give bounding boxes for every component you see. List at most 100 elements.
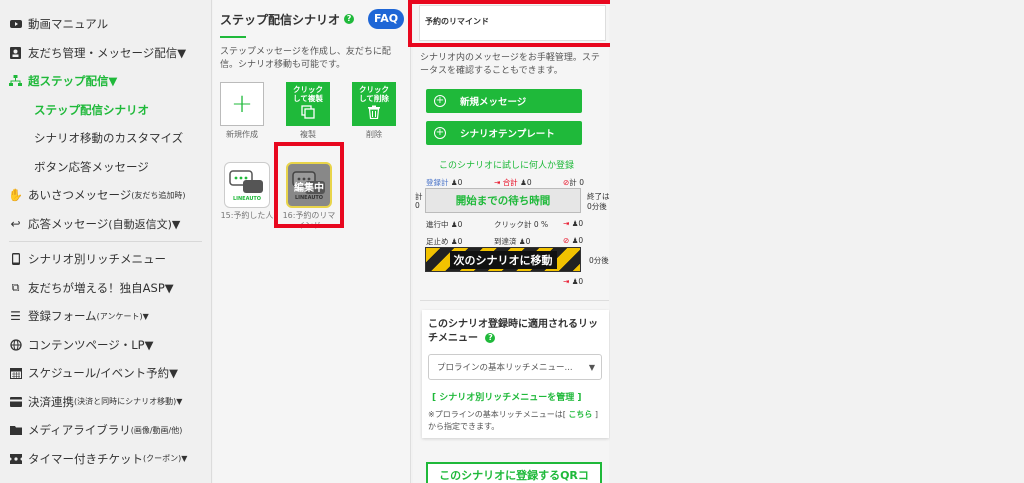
nav-label: メディアライブラリ xyxy=(28,423,131,438)
plus-icon[interactable]: + xyxy=(220,82,264,126)
trial-register-link[interactable]: このシナリオに試しに何人か登録 xyxy=(439,158,574,171)
scenario-thumbnail[interactable]: LINEAUTO xyxy=(224,162,270,208)
nav-scenario-move-custom[interactable]: シナリオ移動のカスタマイズ xyxy=(0,124,211,153)
block-icon: ⊘ xyxy=(563,236,570,245)
nav-label: 友だち管理・メッセージ配信▼ xyxy=(28,45,187,60)
nav-greeting[interactable]: ✋ あいさつメッセージ (友だち追加時) xyxy=(0,181,211,210)
help-icon[interactable]: ? xyxy=(485,333,496,343)
rich-menu-selected: プロラインの基本リッチメニュー... xyxy=(437,363,573,373)
nav-video-manual[interactable]: 動画マニュアル xyxy=(0,10,211,39)
copy-icon xyxy=(301,105,315,119)
divider xyxy=(9,241,202,242)
person-icon: ♟ xyxy=(518,237,526,246)
nav-label: コンテンツページ・LP▼ xyxy=(28,337,154,352)
end-after: 0分後 xyxy=(587,202,607,211)
page-title: ステップ配信シナリオ xyxy=(220,12,341,27)
nav-auto-reply[interactable]: ↩ 応答メッセージ (自動返信文)▼ xyxy=(0,210,211,239)
nav-small: (アンケート)▼ xyxy=(96,311,149,321)
nav-ticket[interactable]: タイマー付きチケット (クーポン)▼ xyxy=(0,445,211,474)
video-icon xyxy=(9,18,22,31)
copy-label-2: して複製 xyxy=(293,94,323,103)
new-scenario-tool[interactable]: + 新規作成 xyxy=(220,82,264,142)
nav-label: 応答メッセージ xyxy=(28,216,109,231)
nav-content-page[interactable]: コンテンツページ・LP▼ xyxy=(0,331,211,360)
registered-value: 0 xyxy=(457,178,463,187)
reached-label: 到達済 xyxy=(494,237,517,246)
new-caption: 新規作成 xyxy=(226,130,258,139)
person-icon: ♟ xyxy=(450,178,458,187)
nav-schedule[interactable]: スケジュール/イベント予約▼ xyxy=(0,359,211,388)
new-message-label: 新規メッセージ xyxy=(460,97,527,108)
delete-scenario-tool[interactable]: クリック して削除 削除 xyxy=(352,82,396,142)
faq-button[interactable]: FAQ xyxy=(368,9,405,29)
help-icon[interactable]: ? xyxy=(344,14,355,24)
next-scenario-button[interactable]: 次のシナリオに移動 xyxy=(425,247,581,272)
nav-payment[interactable]: 決済連携 (決済と同時にシナリオ移動)▼ xyxy=(0,388,211,417)
trash-icon xyxy=(368,105,380,119)
block-total-stat: ⊘計 0 xyxy=(563,177,584,188)
reply-icon: ↩ xyxy=(10,216,21,231)
title-underline xyxy=(220,36,246,38)
chevron-down-icon: ▼ xyxy=(588,363,595,372)
nav-label: 友だちが増える！独自ASP▼ xyxy=(28,280,174,295)
rich-note-link[interactable]: こちら xyxy=(568,410,592,419)
rich-menu-card: このシナリオ登録時に適用されるリッチメニュー ? プロラインの基本リッチメニュー… xyxy=(422,310,609,438)
empty-area xyxy=(610,0,1024,483)
scenario-template-button[interactable]: + シナリオテンプレート xyxy=(426,121,582,145)
exit-icon: ⇥ xyxy=(563,219,570,228)
qr-code-button[interactable]: このシナリオに登録するQRコ xyxy=(426,462,602,483)
in-progress-label: 進行中 xyxy=(426,220,449,229)
copy-scenario-tool[interactable]: クリック して複製 複製 xyxy=(286,82,330,142)
nav-small: (クーポン)▼ xyxy=(143,454,188,464)
scenario-description: ステップメッセージを作成し、友だちに配信。シナリオ移動も可能です。 xyxy=(220,47,391,70)
delete-button[interactable]: クリック して削除 xyxy=(352,82,396,126)
nav-label: 決済連携 xyxy=(28,394,74,409)
click-rate-value: 0 % xyxy=(533,220,549,229)
hand-icon: ✋ xyxy=(8,188,23,203)
new-message-button[interactable]: + 新規メッセージ xyxy=(426,89,582,113)
end-label: 終了は xyxy=(587,192,610,201)
nav-media-library[interactable]: メディアライブラリ (画像/動画/他) xyxy=(0,416,211,445)
manage-rich-menu-link[interactable]: [ シナリオ別リッチメニューを管理 ] xyxy=(428,390,603,403)
plus-circle-icon: + xyxy=(434,95,446,107)
stopped-value: 0 xyxy=(457,237,463,246)
nav-label: タイマー付きチケット xyxy=(28,451,143,466)
rich-menu-select[interactable]: プロラインの基本リッチメニュー... ▼ xyxy=(428,354,602,380)
in-progress-value: 0 xyxy=(457,220,463,229)
nav-label: ボタン応答メッセージ xyxy=(34,159,149,174)
person-icon: ♟ xyxy=(520,178,527,187)
person-icon: ♟ xyxy=(450,220,458,229)
highlight-frame xyxy=(408,0,614,47)
nav-label: ステップ配信シナリオ xyxy=(34,102,149,117)
click-rate-stat: クリック計 0 % xyxy=(494,219,548,230)
copy-button[interactable]: クリック して複製 xyxy=(286,82,330,126)
after-next-stat: 0分後 xyxy=(589,256,609,265)
reached-stat: 到達済 ♟0 xyxy=(494,236,530,247)
end-stat: 終了は 0分後 xyxy=(587,192,610,212)
exit-stat: ⇥ ♟0 xyxy=(563,219,583,228)
nav-label: あいさつメッセージ xyxy=(28,188,132,203)
flow-icon xyxy=(9,75,22,88)
wait-time-button[interactable]: 開始までの待ち時間 xyxy=(425,188,581,213)
nav-super-step[interactable]: 超ステップ配信▼ xyxy=(0,67,211,96)
nav-label: スケジュール/イベント予約▼ xyxy=(28,366,178,381)
nav-rich-menu[interactable]: シナリオ別リッチメニュー xyxy=(0,245,211,274)
sum-value: 0 xyxy=(579,178,584,187)
nav-friends-management[interactable]: 友だち管理・メッセージ配信▼ xyxy=(0,39,211,68)
nav-button-response[interactable]: ボタン応答メッセージ xyxy=(0,153,211,182)
scenario-panel: ステップ配信シナリオ ? FAQ ステップメッセージを作成し、友だちに配信。シナ… xyxy=(213,0,411,483)
delete-caption: 削除 xyxy=(366,130,382,139)
detail-description: シナリオ内のメッセージをお手軽管理。ステータスを確認することもできます。 xyxy=(420,53,600,76)
scenario-card[interactable]: LINEAUTO 15:予約した人 xyxy=(220,162,274,231)
nav-label: シナリオ移動のカスタマイズ xyxy=(34,131,184,146)
rich-menu-title-text: このシナリオ登録時に適用されるリッチメニュー xyxy=(428,319,598,344)
exit-value: 0 xyxy=(578,219,584,228)
globe-icon xyxy=(9,338,22,351)
nav-small: (友だち追加時) xyxy=(131,190,186,200)
bottom-exit-value: 0 xyxy=(578,277,584,286)
copy-caption: 複製 xyxy=(300,130,316,139)
nav-asp[interactable]: ⧉ 友だちが増える！独自ASP▼ xyxy=(0,274,211,303)
stopped-label: 足止め xyxy=(426,237,449,246)
nav-step-scenario[interactable]: ステップ配信シナリオ xyxy=(0,96,211,125)
nav-form[interactable]: ☰ 登録フォーム (アンケート)▼ xyxy=(0,302,211,331)
